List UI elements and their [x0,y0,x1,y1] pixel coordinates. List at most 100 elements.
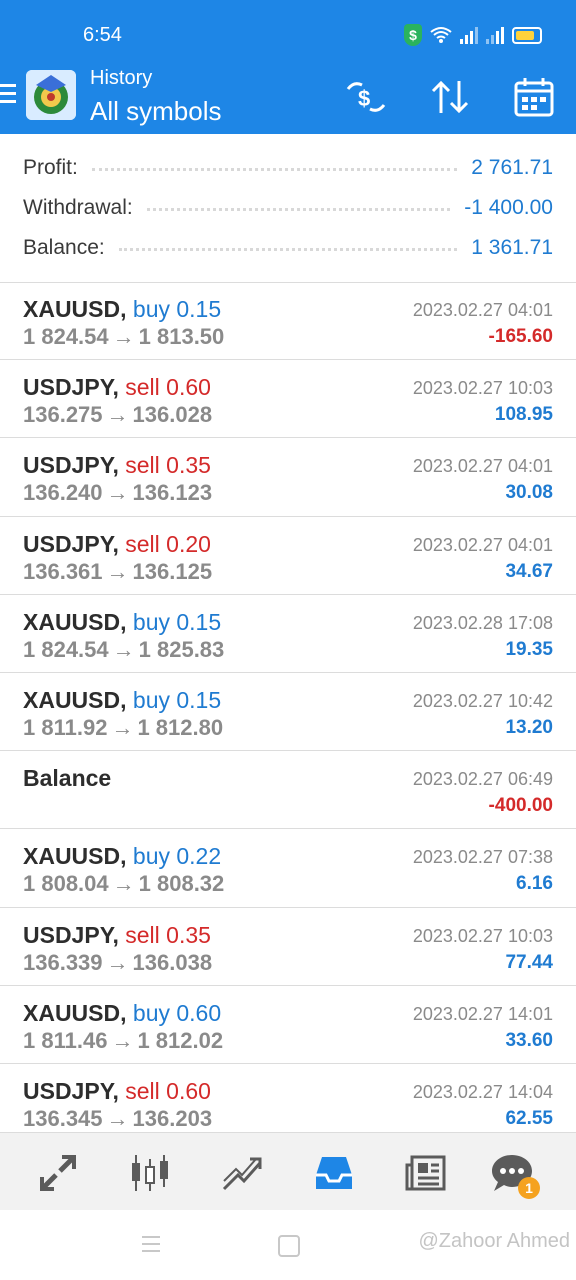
dotted-leader [146,206,451,211]
trade-side: buy 0.15 [132,608,222,635]
trade-prices: 1 808.04 → 1 808.32 [23,871,224,897]
symbol-name: XAUUSD, [23,608,127,635]
menu-icon[interactable] [0,84,16,108]
deposit-icon[interactable]: $ [344,75,388,119]
close-price: 1 813.50 [138,324,225,349]
trade-symbol: USDJPY, sell 0.20 [23,531,211,558]
trend-icon[interactable] [220,1151,264,1195]
chat-icon[interactable]: 1 [490,1151,540,1199]
trade-row[interactable]: XAUUSD, buy 0.15 1 824.54 → 1 825.83 2023.02… [0,595,576,673]
trade-row[interactable]: XAUUSD, buy 0.15 1 824.54 → 1 813.50 2023.02… [0,282,576,361]
trade-date: 2023.02.27 06:49 [412,769,553,790]
close-price: 136.125 [132,558,213,584]
header-title[interactable]: All symbols [90,96,221,127]
trade-symbol: Balance [23,765,111,792]
trade-side: buy 0.15 [132,686,222,713]
symbol-name: Balance [23,765,112,792]
recent-apps-icon[interactable] [142,1236,160,1257]
wifi-icon [430,27,452,43]
open-price: 136.345 [23,1105,103,1131]
trade-row[interactable]: USDJPY, sell 0.60 136.275 → 136.028 2023.02.… [0,360,576,439]
trade-side: sell 0.20 [125,530,211,557]
trade-row[interactable]: Balance 2023.02.27 06:49 -400.00 [0,751,576,830]
symbol-name: XAUUSD, [23,999,127,1026]
symbol-name: USDJPY, [23,374,119,401]
open-price: 1 808.04 [23,871,109,897]
close-price: 136.038 [132,949,213,975]
chart-icon[interactable] [128,1151,172,1195]
home-icon[interactable] [278,1235,300,1257]
withdrawal-value: -1 400.00 [464,196,553,219]
calendar-icon[interactable] [512,75,556,119]
withdrawal-row: Withdrawal: -1 400.00 [23,188,553,228]
close-price: 1 812.80 [137,714,224,740]
sort-icon[interactable] [428,75,472,119]
trade-date: 2023.02.27 07:38 [412,847,553,868]
close-price: 136.123 [132,480,213,506]
trade-row[interactable]: XAUUSD, buy 0.22 1 808.04 → 1 808.32 2023.02… [0,829,576,908]
trade-profit: 13.20 [505,716,553,738]
open-price: 1 824.54 [23,324,109,349]
terminal-logo-icon[interactable] [26,70,76,120]
news-icon[interactable] [404,1151,448,1195]
history-icon[interactable] [312,1151,356,1195]
arrow-icon: → [111,1027,134,1053]
trade-date: 2023.02.27 04:01 [412,456,553,477]
arrow-icon: → [106,1105,129,1131]
trade-row[interactable]: XAUUSD, buy 0.60 1 811.46 → 1 812.02 2023.02… [0,986,576,1064]
trade-prices: 136.275 → 136.028 [23,402,212,428]
trade-row[interactable]: USDJPY, sell 0.60 136.345 → 136.203 2023.02.… [0,1064,576,1143]
shield-icon: $ [404,24,422,46]
trade-date: 2023.02.27 04:01 [412,534,553,555]
watermark: @Zahoor Ahmed [418,1230,571,1252]
trade-symbol: XAUUSD, buy 0.15 [23,687,221,714]
trade-profit: -165.60 [488,326,553,347]
arrow-icon: → [112,871,135,897]
trade-prices: 1 811.92 → 1 812.80 [23,715,223,741]
open-price: 136.275 [23,402,103,428]
trade-row[interactable]: USDJPY, sell 0.35 136.339 → 136.038 2023.02.… [0,908,576,986]
signal-icon [460,26,478,44]
trade-side: buy 0.15 [132,296,222,322]
arrow-icon: → [106,402,129,428]
trade-row[interactable]: XAUUSD, buy 0.15 1 811.92 → 1 812.80 2023.02… [0,673,576,752]
svg-text:$: $ [358,86,370,111]
trade-prices: 1 811.46 → 1 812.02 [23,1028,223,1054]
header-subtitle: History [90,67,153,89]
trade-date: 2023.02.27 14:01 [412,1003,553,1024]
trade-row[interactable]: USDJPY, sell 0.35 136.240 → 136.123 2023.02.… [0,438,576,517]
trade-profit: 33.60 [505,1029,553,1051]
withdrawal-label: Withdrawal: [23,196,133,219]
trade-symbol: XAUUSD, buy 0.15 [23,609,221,636]
trade-date: 2023.02.27 14:04 [412,1081,553,1102]
trade-symbol: XAUUSD, buy 0.60 [23,1000,221,1027]
trade-date: 2023.02.27 10:03 [412,925,553,946]
close-price: 1 812.02 [137,1027,224,1053]
trade-date: 2023.02.27 10:03 [412,378,553,399]
trade-history-list: XAUUSD, buy 0.15 1 824.54 → 1 813.50 2023.02… [0,282,576,1143]
open-price: 136.339 [23,949,103,975]
open-price: 136.361 [23,558,103,584]
signal-icon-2 [486,26,504,44]
trade-symbol: USDJPY, sell 0.60 [23,1078,211,1105]
trade-profit: 108.95 [494,404,553,426]
symbol-name: USDJPY, [23,530,119,557]
arrow-icon: → [112,636,135,662]
balance-value: 1 361.71 [471,236,553,259]
arrow-icon: → [106,949,129,975]
profit-value: 2 761.71 [471,156,553,179]
trade-side: sell 0.60 [125,1077,211,1104]
arrow-icon: → [111,714,134,740]
open-price: 1 811.92 [23,714,108,740]
open-price: 136.240 [23,480,103,506]
dotted-leader [118,246,458,251]
open-price: 1 811.46 [23,1027,108,1053]
trade-date: 2023.02.27 10:42 [412,690,553,711]
trade-symbol: USDJPY, sell 0.35 [23,922,211,949]
symbol-name: XAUUSD, [23,296,127,322]
trade-side: sell 0.35 [125,452,211,479]
trade-icon[interactable] [36,1151,80,1195]
trade-date: 2023.02.27 04:01 [412,300,553,320]
close-price: 1 808.32 [138,871,225,897]
trade-row[interactable]: USDJPY, sell 0.20 136.361 → 136.125 2023.02.… [0,517,576,595]
